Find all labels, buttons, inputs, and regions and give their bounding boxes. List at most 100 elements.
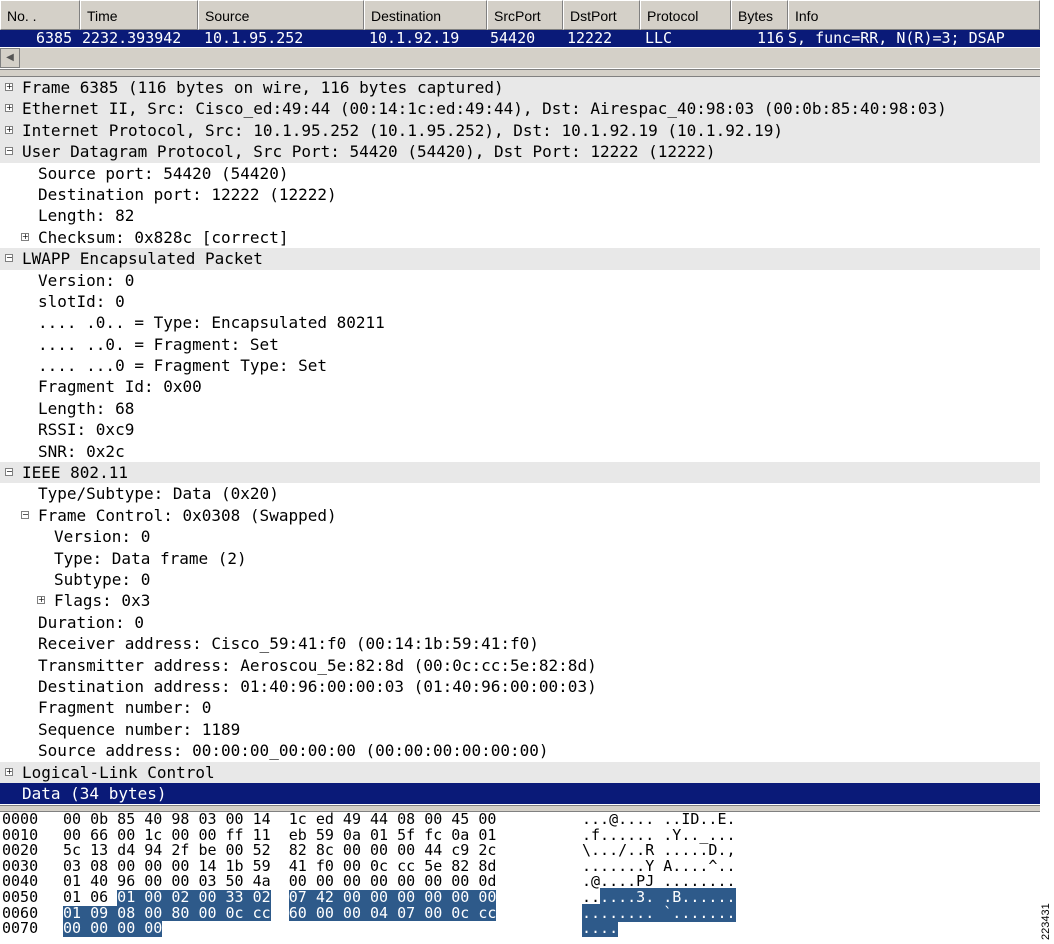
tree-row-label: Sequence number: 1189 <box>38 719 241 739</box>
tree-row-label: Type: Data frame (2) <box>54 548 247 568</box>
tree-row-label: IEEE 802.11 <box>22 463 128 483</box>
tree-row-label: LWAPP Encapsulated Packet <box>22 249 263 269</box>
tree-row[interactable]: − LWAPP Encapsulated Packet <box>0 248 1040 270</box>
collapse-icon[interactable]: − <box>5 468 13 477</box>
tree-row[interactable]: − Frame Control: 0x0308 (Swapped) <box>0 505 1040 526</box>
column-header-info[interactable]: Info <box>788 0 1040 30</box>
packet-details-tree: + Frame 6385 (116 bytes on wire, 116 byte… <box>0 77 1040 805</box>
tree-row[interactable]: Fragment Id: 0x00 <box>0 376 1040 397</box>
tree-row[interactable]: + Internet Protocol, Src: 10.1.95.252 (10… <box>0 119 1040 142</box>
hex-byte[interactable]: 00 <box>144 921 163 937</box>
tree-row[interactable]: Data (34 bytes) <box>0 782 1040 805</box>
tree-row[interactable]: Duration: 0 <box>0 612 1040 633</box>
hex-byte[interactable]: 0c <box>225 905 253 922</box>
column-header-protocol[interactable]: Protocol <box>640 0 731 30</box>
tree-row-label: .... ...0 = Fragment Type: Set <box>38 356 327 376</box>
tree-row[interactable]: Destination address: 01:40:96:00:00:03 (… <box>0 676 1040 697</box>
column-header-no[interactable]: No. . <box>0 0 80 30</box>
tree-row[interactable]: Receiver address: Cisco_59:41:f0 (00:14:… <box>0 633 1040 654</box>
tree-row-label: Ethernet II, Src: Cisco_ed:49:44 (00:14:… <box>22 99 947 119</box>
tree-row-label: Receiver address: Cisco_59:41:f0 (00:14:… <box>38 634 539 654</box>
packet-dstport: 12222 <box>567 30 613 47</box>
hex-byte[interactable]: 00 <box>198 905 226 922</box>
hex-byte[interactable]: 00 <box>342 905 370 922</box>
tree-row-label: Frame Control: 0x0308 (Swapped) <box>38 505 337 525</box>
hex-byte[interactable]: 00 <box>315 905 343 922</box>
column-header-srcport[interactable]: SrcPort <box>487 0 563 30</box>
tree-row[interactable]: Source port: 54420 (54420) <box>0 163 1040 184</box>
tree-row[interactable]: + Flags: 0x3 <box>0 590 1040 611</box>
tree-row-label: Version: 0 <box>38 270 135 290</box>
tree-row[interactable]: Sequence number: 1189 <box>0 719 1040 740</box>
hex-byte[interactable]: 00 <box>90 921 118 937</box>
tree-row[interactable]: .... .0.. = Type: Encapsulated 80211 <box>0 312 1040 333</box>
tree-row[interactable]: − IEEE 802.11 <box>0 462 1040 484</box>
tree-row-label: Frame 6385 (116 bytes on wire, 116 bytes… <box>22 78 504 97</box>
tree-row[interactable]: + Ethernet II, Src: Cisco_ed:49:44 (00:14… <box>0 98 1040 120</box>
tree-row[interactable]: − User Datagram Protocol, Src Port: 54420… <box>0 141 1040 163</box>
tree-row-label: RSSI: 0xc9 <box>38 420 135 440</box>
figure-id: 223431 <box>1040 903 1052 940</box>
tree-row[interactable]: Type/Subtype: Data (0x20) <box>0 483 1040 504</box>
collapse-icon[interactable]: − <box>21 510 29 519</box>
expand-icon[interactable]: + <box>5 125 13 134</box>
tree-row-label: Length: 68 <box>38 398 135 418</box>
tree-row[interactable]: SNR: 0x2c <box>0 441 1040 462</box>
tree-row[interactable]: Source address: 00:00:00_00:00:00 (00:00… <box>0 740 1040 761</box>
tree-row[interactable]: + Checksum: 0x828c [correct] <box>0 227 1040 248</box>
tree-row[interactable]: Version: 0 <box>0 526 1040 547</box>
expand-icon[interactable]: + <box>5 767 13 776</box>
column-header-bytes[interactable]: Bytes <box>731 0 788 30</box>
tree-row-label: Length: 82 <box>38 206 135 226</box>
tree-row[interactable]: slotId: 0 <box>0 291 1040 312</box>
tree-row[interactable]: .... ...0 = Fragment Type: Set <box>0 355 1040 376</box>
hex-ascii[interactable]: .... <box>582 919 619 938</box>
hex-byte[interactable]: 00 <box>424 905 452 922</box>
hex-byte[interactable]: cc <box>252 905 271 922</box>
tree-row[interactable]: .... ..0. = Fragment: Set <box>0 334 1040 355</box>
tree-row[interactable]: Fragment number: 0 <box>0 697 1040 718</box>
column-header-destination[interactable]: Destination <box>364 0 487 30</box>
tree-row-label: Fragment Id: 0x00 <box>38 377 202 397</box>
packet-list-header: No. . Time Source Destination SrcPort Ds… <box>0 0 1040 30</box>
tree-row[interactable]: Type: Data frame (2) <box>0 548 1040 569</box>
hex-byte[interactable]: 07 <box>397 905 425 922</box>
tree-row[interactable]: + Frame 6385 (116 bytes on wire, 116 byte… <box>0 77 1040 99</box>
hex-byte[interactable]: 80 <box>171 905 199 922</box>
tree-row-label: Transmitter address: Aeroscou_5e:82:8d (… <box>38 655 597 675</box>
column-header-time[interactable]: Time <box>80 0 198 30</box>
packet-source: 10.1.95.252 <box>204 30 304 47</box>
scroll-left-arrow-icon[interactable]: ◀ <box>0 48 20 68</box>
tree-row[interactable]: Subtype: 0 <box>0 569 1040 590</box>
tree-row-label: slotId: 0 <box>38 291 125 311</box>
tree-row[interactable]: Length: 68 <box>0 398 1040 419</box>
tree-row[interactable]: Transmitter address: Aeroscou_5e:82:8d (… <box>0 655 1040 676</box>
column-header-dstport[interactable]: DstPort <box>563 0 640 30</box>
column-header-source[interactable]: Source <box>198 0 364 30</box>
tree-row-label: Source address: 00:00:00_00:00:00 (00:00… <box>38 741 549 761</box>
pane-divider[interactable] <box>0 69 1040 77</box>
expand-icon[interactable]: + <box>5 104 13 113</box>
tree-row[interactable]: Destination port: 12222 (12222) <box>0 184 1040 205</box>
hex-byte[interactable]: 60 <box>288 905 316 922</box>
hex-byte[interactable]: 00 <box>117 921 145 937</box>
tree-row[interactable]: RSSI: 0xc9 <box>0 419 1040 440</box>
hex-byte[interactable]: cc <box>478 905 497 922</box>
expand-icon[interactable]: + <box>5 83 13 91</box>
collapse-icon[interactable]: − <box>5 147 13 156</box>
tree-row[interactable]: + Logical-Link Control <box>0 761 1040 783</box>
packet-srcport: 54420 <box>490 30 536 47</box>
tree-row-label: Duration: 0 <box>38 612 144 632</box>
tree-row-label: Type/Subtype: Data (0x20) <box>38 484 279 504</box>
tree-row[interactable]: Version: 0 <box>0 270 1040 291</box>
horizontal-scrollbar[interactable]: ◀ <box>0 48 1040 68</box>
expand-icon[interactable]: + <box>37 596 45 605</box>
hex-byte[interactable]: 0c <box>451 905 479 922</box>
hex-byte[interactable]: 00 <box>63 921 91 937</box>
packet-time: 2232.393942 <box>82 30 182 47</box>
expand-icon[interactable]: + <box>21 232 29 241</box>
hex-byte[interactable]: 04 <box>370 905 398 922</box>
collapse-icon[interactable]: − <box>5 254 13 263</box>
packet-row-selected[interactable]: 6385 2232.393942 10.1.95.252 10.1.92.19 … <box>0 30 1040 47</box>
tree-row[interactable]: Length: 82 <box>0 205 1040 226</box>
